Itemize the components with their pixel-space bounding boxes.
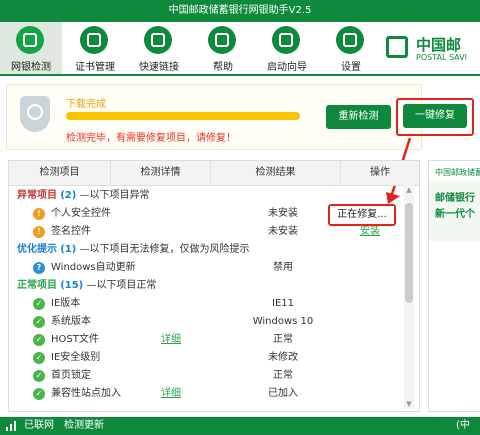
item-name: 系统版本 (51, 316, 91, 327)
item-name: 兼容性站点加入 (51, 388, 121, 399)
tab-quick-links[interactable]: 快速链接 (128, 22, 190, 74)
col-check-detail: 检测详情 (111, 161, 211, 185)
network-status: 已联网 (24, 420, 54, 431)
progress-fill (66, 112, 300, 120)
section-normal: 正常项目 (15) —以下项目正常 (9, 277, 407, 295)
help-icon (208, 26, 236, 54)
scroll-up-arrow-icon[interactable]: ▲ (405, 186, 413, 194)
check-results-table: 检测项目 检测详情 检测结果 操作 异常项目 (2) —以下项目异常 ! 个人安… (8, 160, 420, 412)
bank-emblem-icon (386, 36, 408, 58)
item-result: 已加入 (268, 388, 298, 399)
scroll-down-arrow-icon[interactable]: ▼ (405, 400, 413, 408)
link-icon (144, 26, 172, 54)
tab-certificate-management[interactable]: 证书管理 (64, 22, 126, 74)
col-check-result: 检测结果 (211, 161, 341, 185)
section-title: 正常项目 (17, 280, 57, 291)
tab-help[interactable]: 帮助 (192, 22, 254, 74)
table-row[interactable]: ✓ 首页锁定 正常 (9, 367, 407, 385)
logo-text-cn: 中国邮 (416, 36, 462, 54)
table-row[interactable]: ✓ IE安全级别 未修改 (9, 349, 407, 367)
check-icon: ✓ (33, 352, 45, 364)
shield-icon (20, 96, 50, 134)
ad-banner[interactable]: 中国邮政储蓄 邮储银行 新一代个 (428, 160, 480, 412)
section-abnormal: 异常项目 (2) —以下项目异常 (9, 187, 407, 205)
check-icon: ✓ (33, 370, 45, 382)
table-row[interactable]: ✓ 系统版本 Windows 10 (9, 313, 407, 331)
scrollbar-thumb[interactable] (405, 203, 413, 303)
table-scrollbar[interactable] (404, 185, 414, 409)
detail-link[interactable]: 详细 (161, 385, 181, 403)
recheck-button[interactable]: 重新检测 (326, 105, 391, 129)
ad-line-1: 邮储银行 (435, 193, 475, 204)
section-desc: —以下项目正常 (86, 280, 157, 291)
table-header: 检测项目 检测详情 检测结果 操作 (9, 161, 419, 186)
item-name: 个人安全控件 (51, 208, 111, 219)
section-title: 优化提示 (17, 244, 57, 255)
section-count: (2) (60, 190, 77, 201)
item-result: 正常 (273, 370, 293, 381)
wizard-icon (272, 26, 300, 54)
fixing-status-button[interactable]: 正在修复... (328, 204, 396, 226)
item-result: IE11 (272, 298, 294, 309)
item-result: 禁用 (273, 262, 293, 273)
section-optimize: 优化提示 (1) —以下项目无法修复，仅做为风险提示 (9, 241, 407, 259)
tab-settings[interactable]: 设置 (320, 22, 382, 74)
table-row[interactable]: ✓ HOST文件 详细 正常 (9, 331, 407, 349)
logo-text-en: POSTAL SAVI (416, 53, 467, 62)
tab-startup-wizard[interactable]: 启动向导 (256, 22, 318, 74)
signal-icon (6, 421, 18, 431)
tab-label: 设置 (341, 62, 361, 73)
section-count: (1) (60, 244, 77, 255)
bank-logo: 中国邮 POSTAL SAVI (384, 26, 480, 70)
table-row[interactable]: ✓ 兼容性站点加入 详细 已加入 (9, 385, 407, 403)
item-name: 首页锁定 (51, 370, 91, 381)
tab-label: 快速链接 (139, 62, 179, 73)
check-icon: ✓ (33, 388, 45, 400)
item-result: 未修改 (268, 352, 298, 363)
check-result-message: 检测完毕，有需要修复项目，请修复！ (66, 133, 236, 144)
tab-online-bank-check[interactable]: 网银检测 (0, 22, 62, 74)
status-bar: 已联网 检测更新 (中 (0, 417, 480, 435)
warning-icon: ! (33, 208, 45, 220)
statusbar-right-text: (中 (456, 420, 470, 431)
tab-label: 证书管理 (75, 62, 115, 73)
item-name: HOST文件 (51, 334, 99, 345)
check-icon: ✓ (33, 316, 45, 328)
ad-header: 中国邮政储蓄 (435, 168, 480, 177)
section-title: 异常项目 (17, 190, 57, 201)
item-result: 正常 (273, 334, 293, 345)
item-name: 签名控件 (51, 226, 91, 237)
section-desc: —以下项目异常 (79, 190, 150, 201)
tab-label: 启动向导 (267, 62, 307, 73)
item-result: 未安装 (268, 226, 298, 237)
download-status: 下载完成 (66, 99, 106, 110)
gear-icon (336, 26, 364, 54)
book-icon (80, 26, 108, 54)
item-name: IE安全级别 (51, 352, 101, 363)
table-row[interactable]: ? Windows自动更新 禁用 (9, 259, 407, 277)
tab-label: 网银检测 (11, 62, 51, 73)
col-operation: 操作 (370, 167, 390, 178)
detail-link[interactable]: 详细 (161, 331, 181, 349)
item-name: IE版本 (51, 298, 81, 309)
table-row[interactable]: ✓ IE版本 IE11 (9, 295, 407, 313)
question-icon: ? (33, 262, 45, 274)
search-icon (16, 26, 44, 54)
check-icon: ✓ (33, 298, 45, 310)
window-title: 中国邮政储蓄银行网银助手V2.5 (0, 0, 480, 22)
col-check-item: 检测项目 (9, 161, 111, 185)
warning-icon: ! (33, 226, 45, 238)
item-result: 未安装 (268, 208, 298, 219)
ad-line-2: 新一代个 (435, 209, 475, 220)
one-click-fix-button[interactable]: 一键修复 (403, 104, 467, 128)
item-result: Windows 10 (252, 316, 314, 327)
tab-label: 帮助 (213, 62, 233, 73)
item-name: Windows自动更新 (51, 262, 136, 273)
section-count: (15) (60, 280, 84, 291)
check-icon: ✓ (33, 334, 45, 346)
progress-bar (66, 112, 300, 120)
section-desc: —以下项目无法修复，仅做为风险提示 (79, 244, 250, 255)
check-update-link[interactable]: 检测更新 (64, 417, 104, 435)
